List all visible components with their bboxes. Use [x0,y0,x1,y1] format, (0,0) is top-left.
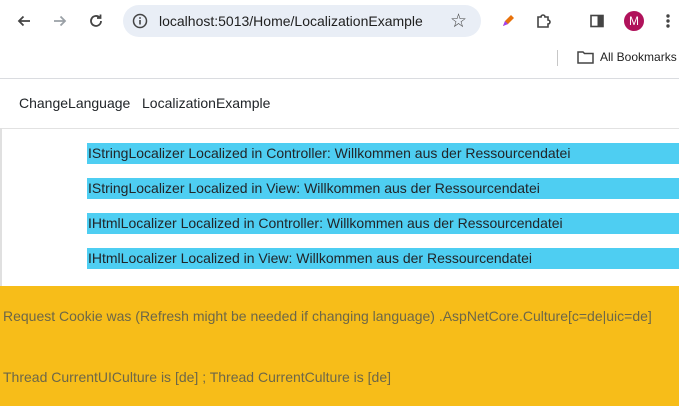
reload-icon [90,14,102,27]
kebab-menu-icon [666,14,670,28]
back-arrow-icon [17,15,30,27]
reload-button[interactable] [83,8,109,34]
back-button[interactable] [11,8,37,34]
side-panel-icon [590,14,604,28]
extension-pen-button[interactable] [495,8,521,34]
all-bookmarks-button[interactable]: All Bookmarks [577,50,677,64]
profile-avatar[interactable]: M [624,11,644,31]
bookmarks-divider [557,50,558,66]
pen-icon [503,15,514,26]
nav-link-change-language[interactable]: ChangeLanguage [19,95,130,111]
message-string-localizer-controller: IStringLocalizer Localized in Controller… [87,143,679,164]
url-text[interactable]: localhost:5013/Home/LocalizationExample [159,13,423,29]
page-left-border [0,128,2,286]
browser-toolbar: localhost:5013/Home/LocalizationExample … [0,0,679,42]
address-bar[interactable]: localhost:5013/Home/LocalizationExample … [123,5,481,37]
extensions-button[interactable] [531,8,557,34]
all-bookmarks-label: All Bookmarks [600,50,677,64]
browser-menu-button[interactable] [655,8,679,34]
culture-footer: Request Cookie was (Refresh might be nee… [0,286,679,406]
forward-button[interactable] [47,8,73,34]
request-cookie-text: Request Cookie was (Refresh might be nee… [3,308,652,324]
site-info-icon[interactable] [131,12,149,30]
folder-icon [577,51,594,64]
thread-culture-text: Thread CurrentUICulture is [de] ; Thread… [3,369,392,385]
puzzle-icon [537,14,551,28]
site-navbar: ChangeLanguage LocalizationExample [0,79,679,129]
bookmark-star-icon[interactable]: ☆ [450,10,467,33]
side-panel-button[interactable] [584,8,610,34]
message-html-localizer-controller: IHtmlLocalizer Localized in Controller: … [87,213,679,234]
message-string-localizer-view: IStringLocalizer Localized in View: Will… [87,178,679,199]
forward-arrow-icon [54,15,67,27]
message-html-localizer-view: IHtmlLocalizer Localized in View: Willko… [87,248,679,269]
nav-link-localization-example[interactable]: LocalizationExample [142,95,270,111]
bookmarks-bar: All Bookmarks [0,42,679,74]
